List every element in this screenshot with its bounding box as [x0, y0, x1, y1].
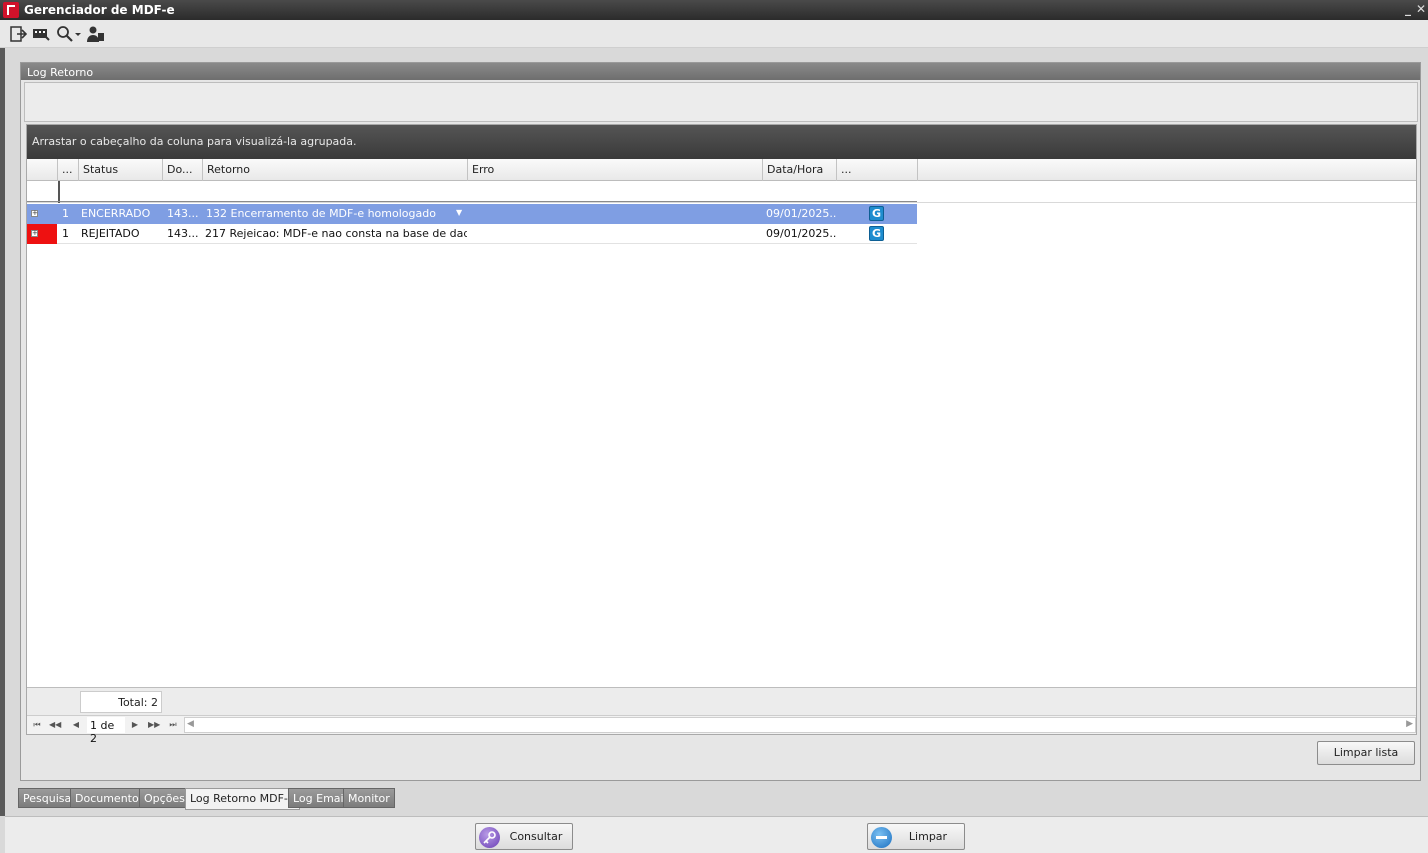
row-expander-error[interactable]: +	[27, 224, 57, 244]
prev-page-icon[interactable]: ◀	[70, 719, 82, 731]
key-icon	[479, 827, 500, 848]
tab-monitor[interactable]: Monitor	[343, 788, 395, 808]
scroll-left-icon[interactable]: ◀	[187, 719, 194, 729]
column-header-indicator	[27, 159, 58, 181]
clear-button[interactable]: Limpar	[867, 823, 965, 850]
horizontal-scrollbar[interactable]: ◀ ▶	[184, 717, 1416, 733]
total-count: Total: 2	[80, 691, 162, 713]
column-header-erro[interactable]: Erro	[468, 159, 763, 181]
keyboard-icon[interactable]	[32, 25, 50, 43]
column-header-num[interactable]: ...	[58, 159, 79, 181]
tab-documentos[interactable]: Documentos	[70, 788, 150, 808]
table-row[interactable]: + 1 REJEITADO 143... 217 Rejeicao: MDF-e…	[27, 224, 917, 244]
search-icon[interactable]	[56, 25, 82, 43]
page-indicator: 1 de 2	[87, 717, 125, 745]
minimize-button[interactable]: _	[1401, 2, 1415, 16]
grid-filter-row[interactable]	[27, 181, 1416, 203]
log-retorno-panel: Log Retorno Arrastar o cabeçalho da colu…	[20, 62, 1421, 781]
document-g-icon[interactable]: G	[869, 206, 884, 221]
row-datahora: 09/01/2025...	[766, 227, 837, 240]
column-header-retorno[interactable]: Retorno	[203, 159, 468, 181]
row-erro	[468, 204, 763, 224]
row-expander[interactable]: +	[27, 204, 57, 224]
document-g-icon[interactable]: G	[869, 226, 884, 241]
next-page-group-icon[interactable]: ▶▶	[148, 719, 160, 731]
tab-log-retorno-mdfe[interactable]: Log Retorno MDF-e	[185, 788, 300, 810]
row-retorno: 132 Encerramento de MDF-e homologado	[206, 207, 436, 220]
window-title: Gerenciador de MDF-e	[24, 3, 175, 17]
action-bar: Consultar Limpar	[5, 816, 1428, 853]
consult-label: Consultar	[509, 830, 563, 843]
last-page-icon[interactable]: ⏭	[167, 719, 179, 731]
user-icon[interactable]	[87, 25, 105, 43]
consult-button[interactable]: Consultar	[475, 823, 573, 850]
row-erro	[468, 224, 763, 244]
row-status: ENCERRADO	[81, 207, 151, 220]
next-page-icon[interactable]: ▶	[129, 719, 141, 731]
row-retorno: 217 Rejeicao: MDF-e nao consta na base d…	[205, 227, 467, 240]
expand-icon: +	[31, 209, 38, 217]
minus-icon	[871, 827, 892, 848]
grid-footer: Total: 2	[27, 687, 1416, 715]
column-header-status[interactable]: Status	[79, 159, 163, 181]
panel-title: Log Retorno	[21, 63, 1420, 80]
close-button[interactable]: ✕	[1414, 2, 1428, 16]
left-border	[0, 48, 5, 816]
grid-navigator: ⏮ ◀◀ ◀ 1 de 2 ▶ ▶▶ ⏭ ◀ ▶	[27, 715, 1416, 745]
exit-icon[interactable]	[9, 25, 28, 43]
tab-pesquisa[interactable]: Pesquisa	[18, 788, 77, 808]
clear-list-button[interactable]: Limpar lista	[1317, 741, 1415, 765]
row-num: 1	[62, 207, 69, 220]
column-header-icon[interactable]: ...	[837, 159, 918, 181]
tab-opcoes[interactable]: Opções	[139, 788, 190, 808]
toolbar	[0, 20, 1428, 48]
first-page-icon[interactable]: ⏮	[31, 719, 43, 731]
expand-icon: +	[31, 229, 38, 237]
row-num: 1	[62, 227, 69, 240]
row-doc: 143...	[167, 207, 199, 220]
row-doc: 143...	[167, 227, 199, 240]
clear-label: Limpar	[908, 830, 948, 843]
window-titlebar: Gerenciador de MDF-e _ ✕	[0, 0, 1428, 20]
group-by-bar[interactable]: Arrastar o cabeçalho da coluna para visu…	[27, 125, 1416, 159]
filter-area	[24, 82, 1418, 122]
app-logo-icon	[3, 2, 19, 18]
column-header-datahora[interactable]: Data/Hora	[763, 159, 837, 181]
scroll-right-icon[interactable]: ▶	[1406, 719, 1413, 729]
prev-page-group-icon[interactable]: ◀◀	[49, 719, 61, 731]
row-status: REJEITADO	[81, 227, 140, 240]
column-header-row: ... Status Do... Retorno Erro Data/Hora …	[27, 159, 1416, 181]
chevron-down-icon[interactable]: ▼	[456, 208, 462, 217]
table-row[interactable]: + 1 ENCERRADO 143... 132 Encerramento de…	[27, 204, 917, 224]
column-header-doc[interactable]: Do...	[163, 159, 203, 181]
row-datahora: 09/01/2025...	[766, 207, 837, 220]
log-grid: Arrastar o cabeçalho da coluna para visu…	[26, 124, 1417, 745]
